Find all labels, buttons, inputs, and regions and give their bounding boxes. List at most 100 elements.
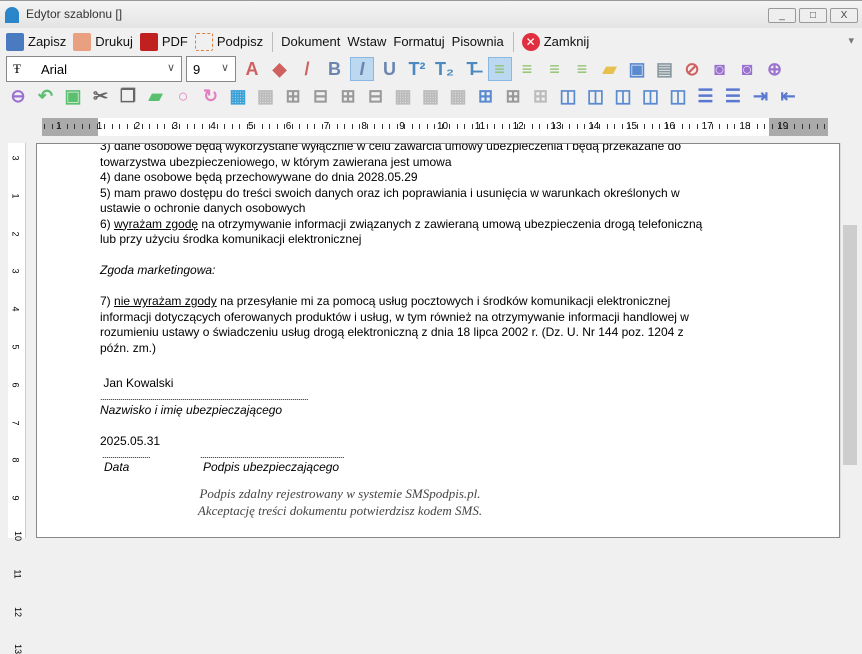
- border-left-icon[interactable]: ◫: [556, 84, 580, 108]
- maximize-button[interactable]: □: [799, 8, 827, 23]
- ruler-tick: [726, 124, 728, 129]
- save-icon[interactable]: ▣: [625, 57, 649, 81]
- minimize-button[interactable]: _: [768, 8, 796, 23]
- bullet-list-icon[interactable]: ☰: [694, 84, 718, 108]
- print-icon[interactable]: ▤: [653, 57, 677, 81]
- font-size-select[interactable]: 9 ∨: [186, 56, 236, 82]
- ruler-tick: [104, 124, 105, 129]
- subscript-icon[interactable]: T₂: [433, 57, 457, 81]
- superscript-icon[interactable]: T²: [405, 57, 429, 81]
- borders-all-icon[interactable]: ⊞: [474, 84, 498, 108]
- insured-name: Jan Kowalski: [100, 375, 174, 390]
- doc-line: 7) nie wyrażam zgody na przesyłanie mi z…: [100, 294, 780, 310]
- save-icon: [6, 32, 24, 51]
- align-center-icon[interactable]: ≡: [515, 57, 539, 81]
- ruler-mark: 10: [437, 121, 449, 132]
- strikethrough-icon[interactable]: T̶: [460, 57, 484, 81]
- ruler-tick: [824, 124, 825, 129]
- delete-row-icon[interactable]: ⊟: [364, 84, 388, 108]
- menu-format[interactable]: Formatuj: [393, 34, 444, 49]
- paste-icon[interactable]: ▰: [144, 84, 168, 108]
- no-print-icon[interactable]: ⊘: [680, 57, 704, 81]
- open-folder-icon[interactable]: ▰: [598, 57, 622, 81]
- border-top-icon[interactable]: ◫: [639, 84, 663, 108]
- ruler-tick: [471, 124, 473, 129]
- date-line: ........................: [100, 449, 151, 460]
- overflow-chevron-icon[interactable]: ▾: [848, 34, 854, 47]
- border-right-icon[interactable]: ◫: [584, 84, 608, 108]
- horizontal-ruler[interactable]: 112345678910111213141516171819: [42, 118, 828, 136]
- pdf-icon: [139, 32, 158, 51]
- format-label: Formatuj: [393, 34, 445, 49]
- undo-icon[interactable]: ↶: [34, 84, 58, 108]
- sig-line: ........................................…: [200, 449, 345, 460]
- table-props-icon[interactable]: ▦: [254, 84, 278, 108]
- cut-icon[interactable]: ✂: [89, 84, 113, 108]
- border-bottom-icon[interactable]: ◫: [666, 84, 690, 108]
- menu-document[interactable]: Dokument: [281, 34, 340, 49]
- select-all-icon[interactable]: ▣: [61, 84, 85, 108]
- pdf-button[interactable]: PDF: [139, 32, 188, 51]
- save-button[interactable]: Zapisz: [6, 32, 66, 51]
- ruler-tick: [509, 124, 510, 129]
- vertical-scrollbar[interactable]: [840, 143, 858, 538]
- spelling-label: Pisownia: [451, 34, 504, 49]
- copy-icon[interactable]: ❐: [116, 84, 140, 108]
- close-label: Zamknij: [543, 34, 590, 49]
- brush-icon[interactable]: /: [295, 57, 319, 81]
- bold-icon[interactable]: B: [323, 57, 347, 81]
- close-button[interactable]: ✕ Zamknij: [521, 32, 590, 51]
- vertical-ruler[interactable]: 3 1 2 3 4 5 6 7 8 9 10 11 12 13: [8, 143, 26, 654]
- font-family-value: Arial: [40, 61, 67, 77]
- ruler-mark: 1: [10, 193, 21, 199]
- ruler-tick: [201, 124, 203, 129]
- delete-column-icon[interactable]: ⊟: [309, 84, 333, 108]
- border-vertical-icon[interactable]: ◫: [611, 84, 635, 108]
- sign-button[interactable]: Podpisz: [194, 32, 263, 51]
- ruler-tick: [404, 124, 405, 129]
- document-content[interactable]: 3) dane osobowe będą wykorzystane wyłącz…: [100, 143, 780, 519]
- borders-none-icon[interactable]: ⊞: [529, 84, 553, 108]
- preview-icon[interactable]: ◙: [708, 57, 732, 81]
- zoom-out-icon[interactable]: ⊖: [6, 84, 30, 108]
- menu-insert[interactable]: Wstaw: [347, 34, 386, 49]
- underline-icon[interactable]: U: [378, 57, 402, 81]
- font-family-select[interactable]: Ŧ Arial ∨: [6, 56, 182, 82]
- print-button[interactable]: Drukuj: [73, 32, 133, 51]
- insert-column-icon[interactable]: ⊞: [281, 84, 305, 108]
- borders-inner-icon[interactable]: ⊞: [501, 84, 525, 108]
- document-page[interactable]: 3) dane osobowe będą wykorzystane wyłącz…: [36, 143, 840, 538]
- zoom-page-icon[interactable]: ◙: [735, 57, 759, 81]
- merge-cells-icon[interactable]: ▦: [391, 84, 415, 108]
- fill-color-icon[interactable]: ◆: [268, 57, 292, 81]
- window-title: Edytor szablonu []: [26, 7, 123, 21]
- ruler-tick: [389, 124, 390, 129]
- find-icon[interactable]: ○: [171, 84, 195, 108]
- ruler-tick: [351, 124, 353, 129]
- numbered-list-icon[interactable]: ☰: [721, 84, 745, 108]
- menu-bar: Zapisz Drukuj PDF Podpisz Dokument Wstaw…: [0, 28, 862, 55]
- replace-icon[interactable]: ↻: [199, 84, 223, 108]
- ruler-tick: [486, 124, 488, 129]
- font-color-icon[interactable]: A: [240, 57, 264, 81]
- cell-icon[interactable]: ▦: [446, 84, 470, 108]
- align-right-icon[interactable]: ≡: [570, 57, 594, 81]
- doc-line: 3) dane osobowe będą wykorzystane wyłącz…: [100, 143, 681, 153]
- insert-table-icon[interactable]: ▦: [226, 84, 250, 108]
- menu-spelling[interactable]: Pisownia: [452, 34, 504, 49]
- close-window-button[interactable]: X: [830, 8, 858, 23]
- italic-icon[interactable]: I: [350, 57, 374, 81]
- ruler-tick: [366, 124, 368, 129]
- outdent-icon[interactable]: ⇤: [776, 84, 800, 108]
- scrollbar-thumb[interactable]: [843, 225, 857, 465]
- sign-icon: [194, 32, 213, 51]
- split-cells-icon[interactable]: ▦: [419, 84, 443, 108]
- ruler-mark: 8: [10, 457, 21, 463]
- indent-icon[interactable]: ⇥: [749, 84, 773, 108]
- justify-icon[interactable]: ≡: [543, 57, 567, 81]
- insert-row-icon[interactable]: ⊞: [336, 84, 360, 108]
- align-left-icon[interactable]: ≡: [487, 57, 512, 81]
- doc-line: towarzystwa ubezpieczeniowego, w którym …: [100, 154, 452, 169]
- zoom-in-icon[interactable]: ⊕: [763, 57, 787, 81]
- ruler-tick: [816, 124, 818, 129]
